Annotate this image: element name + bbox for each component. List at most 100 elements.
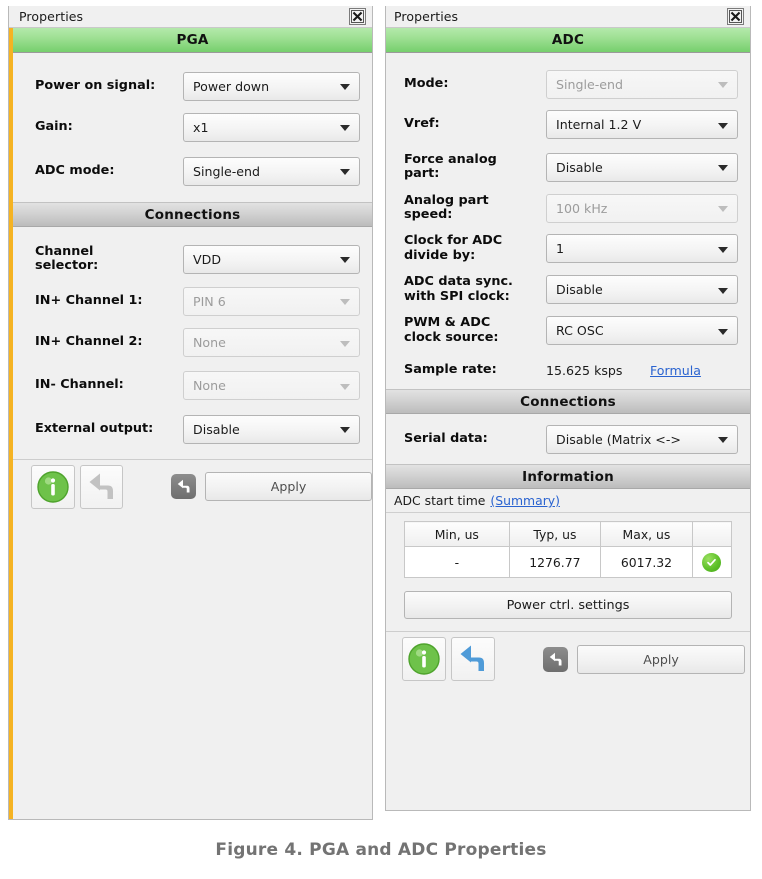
adc-connections-header: Connections [386, 389, 750, 414]
pga-undo-button[interactable] [79, 464, 124, 509]
chevron-down-icon [718, 328, 728, 335]
field-row-in-plus-channel-2: IN+ Channel 2: None [13, 321, 372, 364]
combo-force-analog-part[interactable]: Disable [546, 152, 738, 182]
chevron-down-icon [718, 122, 728, 129]
figure-caption: Figure 4. PGA and ADC Properties [215, 840, 547, 860]
combo-in-plus-channel-2[interactable]: None [183, 328, 360, 357]
field-row-analog-part-speed: Analog part speed: 100 kHz [386, 188, 750, 228]
close-icon[interactable] [349, 8, 366, 25]
adc-start-time-table: Min, us Typ, us Max, us - 1276.77 6017.3… [404, 521, 733, 578]
adc-reset-button[interactable] [543, 646, 568, 672]
label-power-on-signal: Power on signal: [35, 77, 156, 93]
combo-analog-part-speed-value: 100 kHz [556, 200, 608, 216]
combo-pwm-adc-clock-source[interactable]: RC OSC [546, 316, 738, 345]
label-mode: Mode: [404, 75, 449, 91]
field-row-external-output: External output: Disable [13, 407, 372, 451]
field-row-in-plus-channel-1: IN+ Channel 1: PIN 6 [13, 281, 372, 321]
combo-adc-mode[interactable]: Single-end [183, 156, 360, 186]
field-row-clock-for-adc-divide-by: Clock for ADC divide by: 1 [386, 228, 750, 269]
chevron-down-icon [340, 257, 350, 263]
field-row-gain: Gain: x1 [13, 105, 372, 149]
field-row-serial-data: Serial data: Disable (Matrix <-> [386, 423, 750, 455]
pga-titlebar: Properties [9, 6, 372, 28]
field-row-mode: Mode: Single-end [386, 65, 750, 103]
reset-icon [177, 479, 190, 493]
adc-apply-label: Apply [643, 651, 679, 667]
label-vref: Vref: [404, 116, 440, 132]
combo-channel-selector[interactable]: VDD [183, 244, 360, 274]
combo-vref[interactable]: Internal 1.2 V [546, 110, 738, 139]
chevron-down-icon [718, 206, 728, 212]
power-ctrl-settings-button[interactable]: Power ctrl. settings [404, 591, 732, 619]
combo-force-analog-part-value: Disable [556, 159, 603, 175]
undo-arrow-icon [460, 645, 484, 671]
adc-info-button[interactable] [402, 637, 446, 681]
chevron-down-icon [340, 299, 350, 305]
pga-apply-button[interactable]: Apply [205, 472, 372, 501]
combo-adc-data-sync[interactable]: Disable [546, 275, 738, 304]
adc-start-time-line: ADC start time (Summary) [386, 489, 750, 513]
adc-connections-group: Serial data: Disable (Matrix <-> [386, 414, 750, 464]
combo-power-on-signal-value: Power down [193, 78, 270, 94]
combo-clock-for-adc-divide-by[interactable]: 1 [546, 234, 738, 263]
pga-reset-button[interactable] [171, 474, 197, 499]
adc-titlebar-label: Properties [394, 9, 459, 24]
table-header-row: Min, us Typ, us Max, us [404, 521, 733, 547]
label-serial-data: Serial data: [404, 430, 488, 446]
label-external-output: External output: [35, 420, 154, 436]
pga-connections-group: Channel selector: VDD IN+ Channel 1: PIN … [13, 227, 372, 451]
summary-link[interactable]: (Summary) [490, 493, 560, 508]
formula-link[interactable]: Formula [650, 363, 701, 378]
adc-start-time-label: ADC start time [394, 493, 486, 508]
combo-vref-value: Internal 1.2 V [556, 117, 642, 132]
combo-gain-value: x1 [193, 119, 209, 135]
adc-properties-panel: Properties ADC Mode: Single-end Vref: In… [385, 6, 751, 811]
combo-adc-mode-value: Single-end [193, 163, 260, 179]
chevron-down-icon [718, 246, 728, 253]
label-sample-rate: Sample rate: [404, 361, 497, 377]
cell-min-us: - [404, 546, 510, 578]
adc-apply-button[interactable]: Apply [577, 644, 745, 674]
combo-in-plus-channel-1[interactable]: PIN 6 [183, 286, 360, 316]
combo-mode[interactable]: Single-end [546, 69, 738, 99]
table-row: - 1276.77 6017.32 [404, 546, 733, 578]
pga-info-button[interactable] [31, 464, 75, 509]
combo-adc-data-sync-value: Disable [556, 282, 603, 297]
undo-arrow-icon [89, 473, 113, 499]
field-row-sample-rate: Sample rate: 15.625 ksps Formula [386, 351, 750, 389]
col-typ-us: Typ, us [508, 521, 602, 547]
combo-gain[interactable]: x1 [183, 112, 360, 142]
chevron-down-icon [718, 437, 728, 443]
col-max-us: Max, us [600, 521, 693, 547]
combo-power-on-signal[interactable]: Power down [183, 71, 360, 101]
close-icon[interactable] [727, 8, 744, 25]
combo-analog-part-speed[interactable]: 100 kHz [546, 193, 738, 223]
combo-in-plus-channel-1-value: PIN 6 [193, 293, 226, 309]
info-icon [408, 643, 440, 675]
combo-serial-data[interactable]: Disable (Matrix <-> [546, 424, 738, 454]
chevron-down-icon [718, 165, 728, 171]
chevron-down-icon [340, 427, 350, 433]
field-row-adc-data-sync: ADC data sync. with SPI clock: Disable [386, 269, 750, 310]
combo-in-plus-channel-2-value: None [193, 335, 226, 350]
label-analog-part-speed: Analog part speed: [404, 192, 489, 222]
combo-channel-selector-value: VDD [193, 251, 222, 267]
chevron-down-icon [718, 82, 728, 88]
adc-undo-button[interactable] [451, 637, 495, 681]
combo-serial-data-value: Disable (Matrix <-> [556, 431, 681, 447]
chevron-down-icon [718, 287, 728, 294]
pga-connections-header: Connections [13, 202, 372, 227]
sample-rate-value: 15.625 ksps [546, 362, 623, 378]
combo-in-minus-channel[interactable]: None [183, 371, 360, 400]
combo-external-output[interactable]: Disable [183, 414, 360, 444]
combo-external-output-value: Disable [193, 421, 240, 437]
adc-fields-group: Mode: Single-end Vref: Internal 1.2 V Fo… [386, 53, 750, 389]
power-ctrl-settings-label: Power ctrl. settings [506, 597, 630, 613]
combo-mode-value: Single-end [556, 76, 623, 92]
col-min-us: Min, us [404, 521, 510, 547]
pga-properties-panel: Properties PGA Power on signal: Power do… [8, 6, 373, 820]
chevron-down-icon [340, 383, 350, 390]
field-row-adc-mode: ADC mode: Single-end [13, 149, 372, 193]
field-row-vref: Vref: Internal 1.2 V [386, 103, 750, 146]
field-row-channel-selector: Channel selector: VDD [13, 237, 372, 281]
